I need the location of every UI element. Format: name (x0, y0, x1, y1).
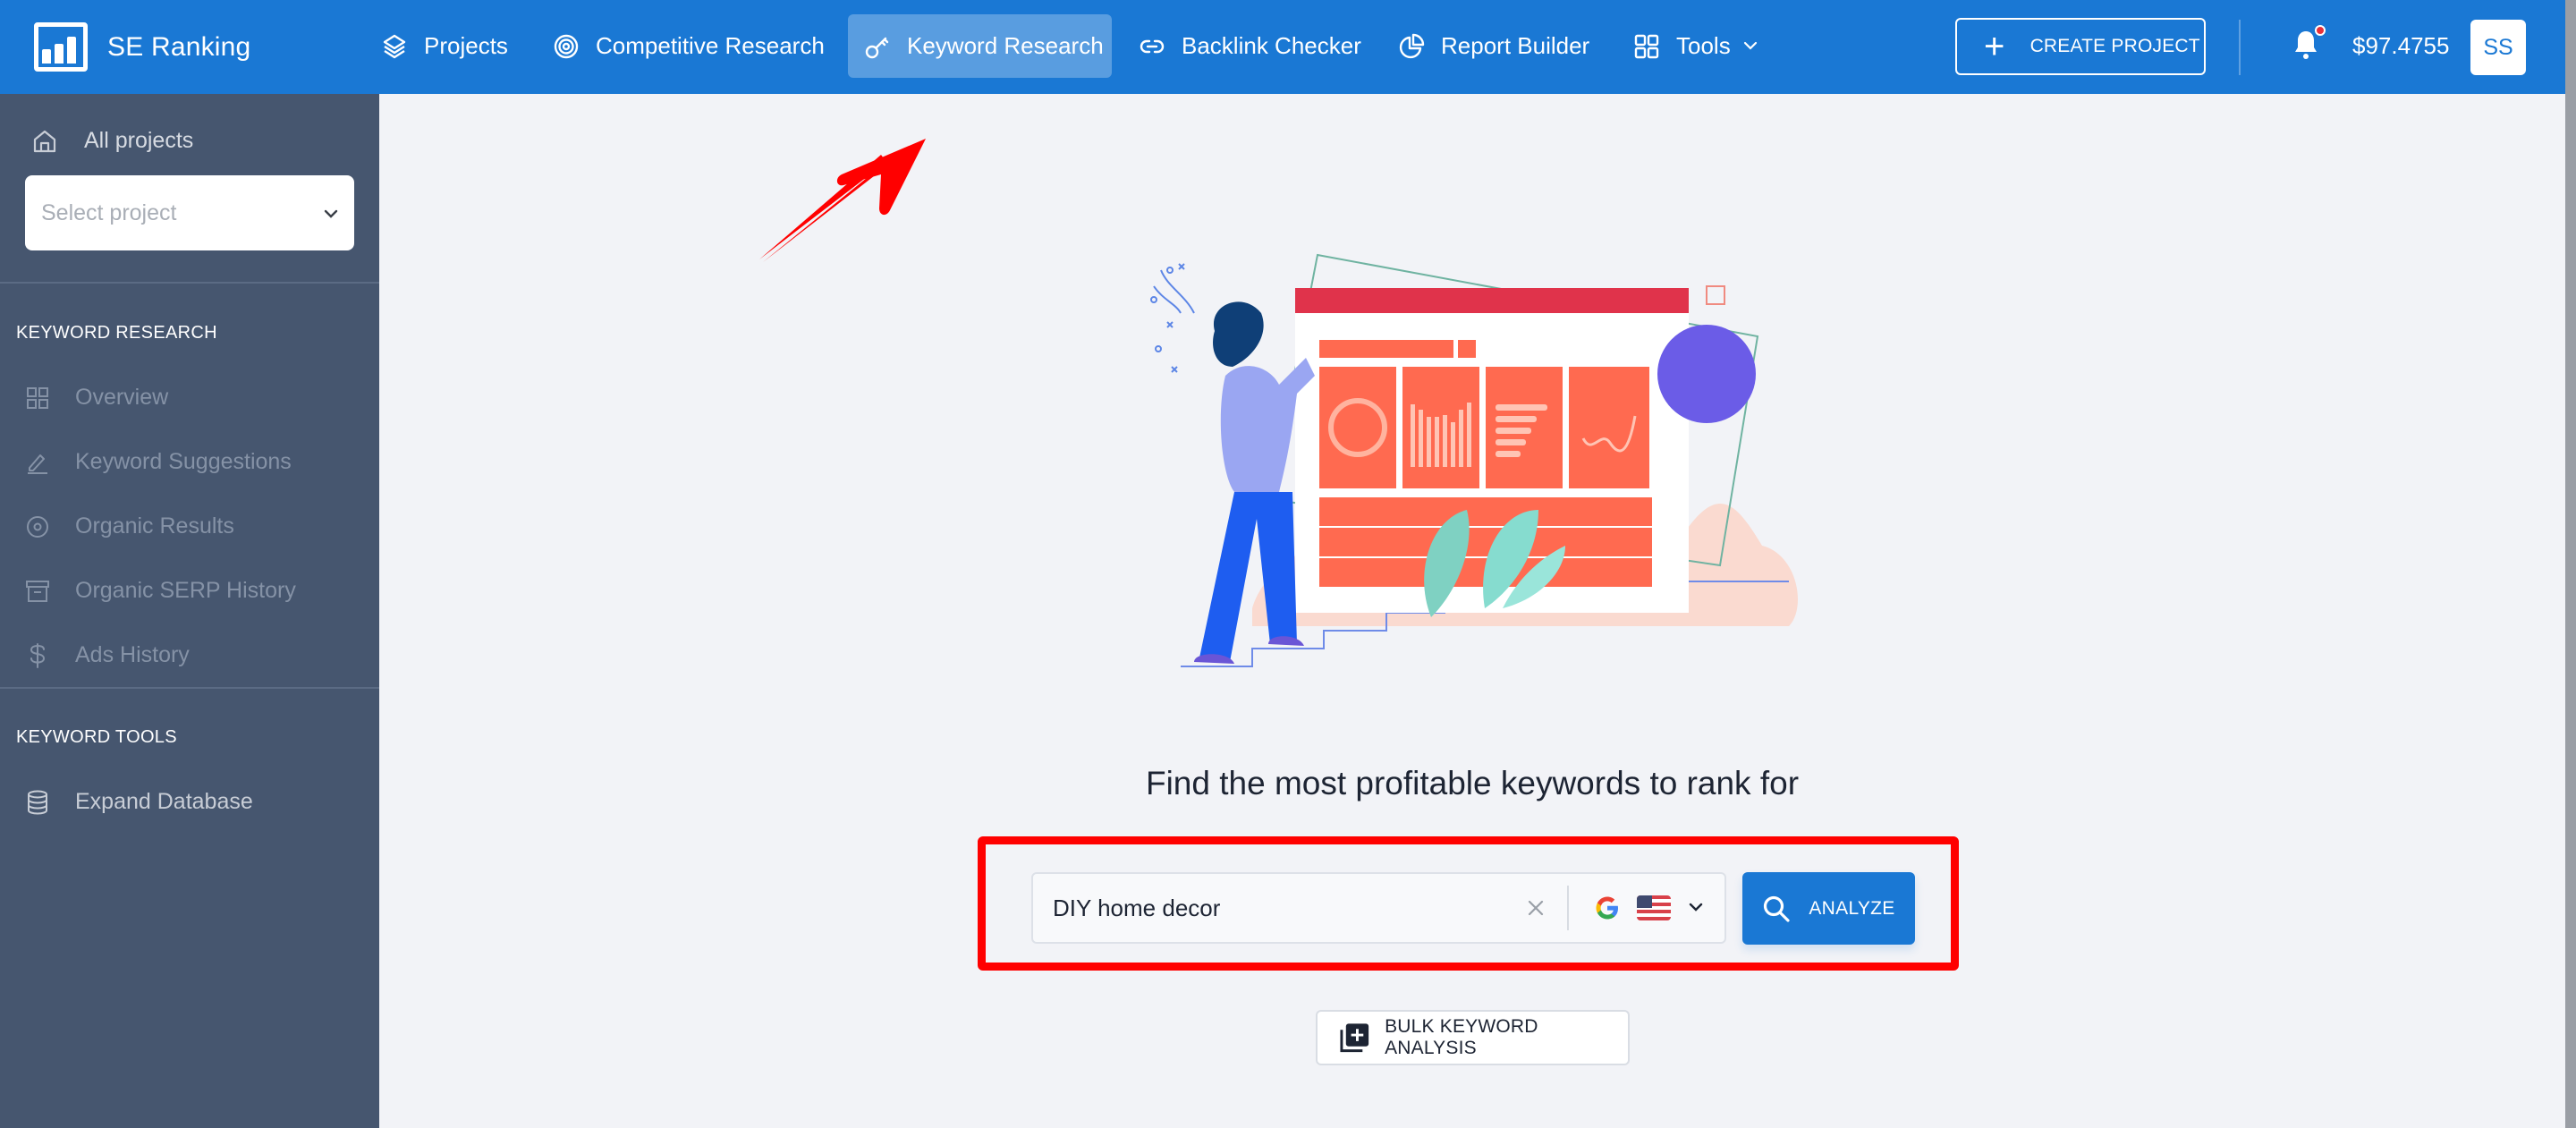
nav-label: Report Builder (1441, 32, 1590, 59)
grid-icon (25, 386, 50, 411)
sidebar-item-keyword-suggestions[interactable]: Keyword Suggestions (25, 449, 292, 475)
nav-label: Keyword Research (907, 32, 1104, 59)
notification-badge (2315, 25, 2326, 36)
nav-projects[interactable]: Projects (365, 14, 524, 78)
archive-icon (25, 579, 50, 604)
keyword-input[interactable] (1033, 874, 1522, 942)
key-icon (864, 33, 891, 60)
create-project-button[interactable]: + CREATE PROJECT (1955, 18, 2206, 75)
all-projects-link[interactable]: All projects (32, 128, 193, 154)
chevron-down-icon (324, 203, 338, 224)
keyword-search-bar (1031, 872, 1726, 944)
sidebar-item-expand-database[interactable]: Expand Database (25, 789, 253, 815)
sidebar: All projects Select project KEYWORD RESE… (0, 94, 379, 1128)
page-scrollbar[interactable] (2565, 0, 2576, 1128)
database-icon (25, 790, 50, 815)
us-flag-icon (1637, 895, 1671, 920)
select-project-dropdown[interactable]: Select project (25, 175, 354, 250)
sidebar-item-organic-serp-history[interactable]: Organic SERP History (25, 578, 296, 604)
search-engine-country-select[interactable] (1569, 874, 1724, 942)
nav-keyword-research[interactable]: Keyword Research (848, 14, 1112, 78)
home-icon (33, 130, 56, 152)
nav-competitive-research[interactable]: Competitive Research (537, 14, 841, 78)
page-headline: Find the most profitable keywords to ran… (1145, 765, 1800, 801)
nav-label: Projects (424, 32, 508, 59)
header-divider (2239, 20, 2241, 75)
sidebar-divider (0, 282, 379, 284)
brand-logo[interactable]: SE Ranking (34, 22, 250, 72)
account-balance[interactable]: $97.4755 (2352, 32, 2449, 60)
search-icon (1764, 895, 1790, 922)
annotation-arrow (759, 139, 926, 262)
sidebar-item-overview[interactable]: Overview (25, 385, 168, 411)
dollar-icon (25, 642, 50, 668)
select-project-placeholder: Select project (41, 199, 177, 225)
sidebar-item-label: Expand Database (75, 789, 253, 814)
nav-label: Competitive Research (596, 32, 825, 59)
chevron-down-icon (1689, 900, 1703, 916)
sidebar-divider (0, 687, 379, 689)
grid-icon (1633, 33, 1660, 60)
layers-icon (381, 33, 408, 60)
analyze-button[interactable]: ANALYZE (1742, 872, 1915, 945)
bulk-label: BULK KEYWORD ANALYSIS (1385, 1016, 1538, 1058)
sidebar-item-organic-results[interactable]: Organic Results (25, 513, 234, 539)
sidebar-item-label: Keyword Suggestions (75, 449, 292, 474)
section-heading-keyword-tools: KEYWORD TOOLS (16, 727, 177, 747)
nav-tools[interactable]: Tools (1617, 14, 1774, 78)
user-avatar[interactable]: SS (2470, 20, 2526, 75)
section-heading-keyword-research: KEYWORD RESEARCH (16, 323, 217, 343)
chevron-down-icon (1743, 38, 1758, 55)
analyze-label: ANALYZE (1809, 897, 1895, 919)
pencil-icon (25, 450, 50, 475)
bar-chart-logo-icon (34, 22, 88, 72)
pie-chart-icon (1398, 33, 1425, 60)
sidebar-item-label: Overview (75, 385, 169, 410)
plus-icon: + (1984, 27, 2005, 66)
sidebar-item-label: Organic Results (75, 513, 234, 539)
sidebar-item-ads-history[interactable]: Ads History (25, 642, 190, 668)
nav-backlink-checker[interactable]: Backlink Checker (1123, 14, 1377, 78)
top-navbar: SE Ranking Projects Competitive Research… (0, 0, 2565, 94)
add-stack-icon (1340, 1023, 1369, 1053)
nav-report-builder[interactable]: Report Builder (1382, 14, 1606, 78)
target-icon (553, 33, 580, 60)
keyword-research-illustration (1150, 253, 1798, 667)
link-icon (1139, 33, 1165, 60)
nav-label: Backlink Checker (1182, 32, 1361, 59)
bulk-keyword-analysis-button[interactable]: BULK KEYWORD ANALYSIS (1316, 1010, 1630, 1065)
target-icon (25, 514, 50, 539)
google-icon (1596, 896, 1618, 920)
create-project-label: CREATE PROJECT (2029, 36, 2200, 56)
brand-name: SE Ranking (107, 31, 251, 62)
all-projects-label: All projects (84, 128, 194, 153)
nav-label: Tools (1676, 32, 1731, 59)
sidebar-item-label: Ads History (75, 642, 190, 667)
sidebar-item-label: Organic SERP History (75, 578, 296, 603)
clear-icon[interactable] (1522, 895, 1549, 921)
